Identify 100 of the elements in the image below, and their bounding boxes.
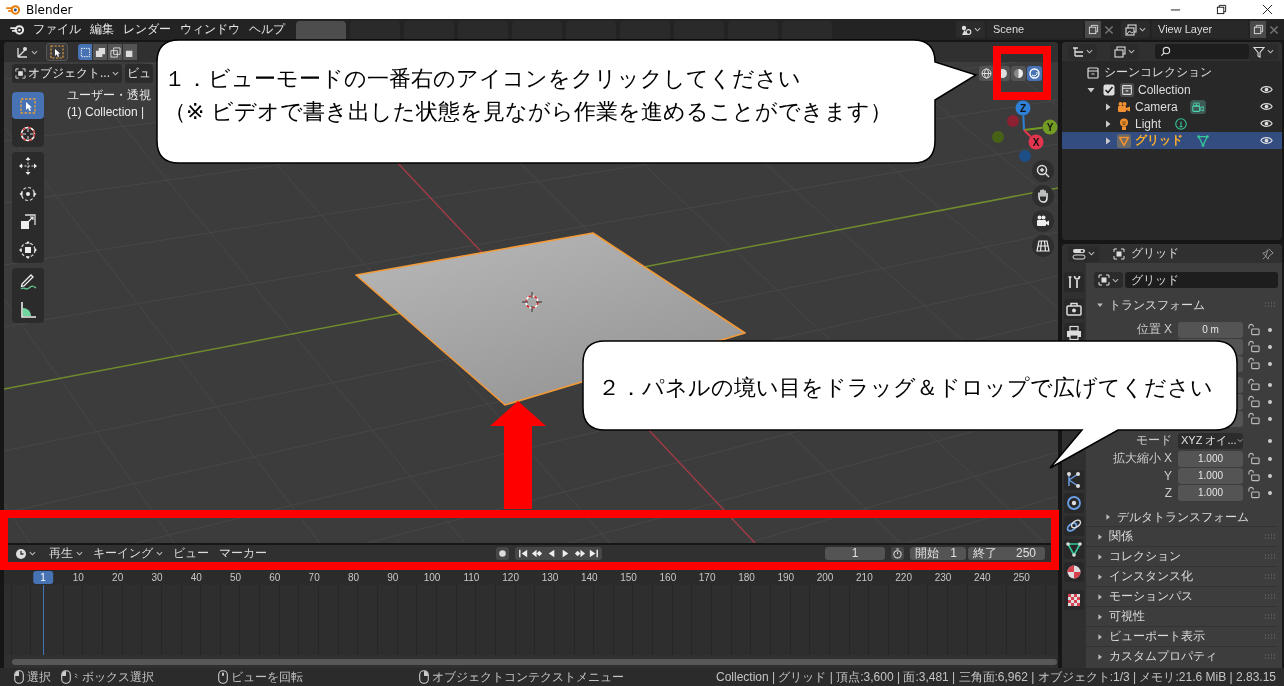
chain-link-icon[interactable] — [1064, 516, 1084, 536]
outliner-item[interactable]: Collection — [1062, 81, 1282, 98]
keyframe-dot-icon[interactable] — [1267, 343, 1273, 350]
menu-item[interactable]: マーカー — [215, 547, 271, 560]
grid-icon[interactable] — [1032, 235, 1054, 257]
menu-item[interactable]: ウィンドウ — [176, 20, 244, 39]
checker-icon[interactable] — [1064, 590, 1084, 610]
camera-back-icon[interactable] — [1064, 299, 1084, 319]
panel-header[interactable]: ビューポート表示 — [1086, 626, 1278, 646]
camera-icon[interactable] — [1032, 210, 1054, 232]
outliner-item[interactable]: シーンコレクション — [1062, 64, 1282, 81]
zoom-icon[interactable] — [1032, 160, 1054, 182]
start-frame-field[interactable]: 開始 1 — [910, 547, 966, 560]
padlock-icon[interactable] — [1247, 378, 1260, 391]
restore-icon[interactable] — [1216, 4, 1227, 15]
menu-item[interactable]: 編集 — [86, 20, 118, 39]
mesh-data-icon[interactable] — [1195, 133, 1211, 148]
menu-item[interactable]: 再生 — [45, 547, 87, 560]
dropdown-field[interactable]: XYZ オイ... — [1178, 432, 1243, 449]
select-tool-button[interactable] — [46, 43, 68, 61]
panel-header[interactable]: モーションパス — [1086, 586, 1278, 606]
padlock-icon[interactable] — [1247, 395, 1260, 408]
keyframe-dot-icon[interactable] — [1267, 415, 1273, 422]
axis-handle[interactable] — [1042, 119, 1058, 135]
jump-to-start-icon[interactable] — [517, 547, 530, 560]
rendered-shading-icon[interactable] — [1027, 66, 1042, 81]
drag-handle-icon[interactable] — [1264, 533, 1276, 540]
editor-type-button[interactable] — [1068, 245, 1099, 262]
app-logo-icon[interactable] — [10, 23, 25, 36]
scene-name-field[interactable]: Scene — [987, 21, 1083, 38]
filter-button[interactable] — [1249, 43, 1278, 60]
hand-icon[interactable] — [1032, 185, 1054, 207]
menu-item[interactable]: ヘルプ — [245, 20, 289, 39]
selection-mode-button[interactable] — [108, 44, 122, 60]
menu-item[interactable]: キーイング — [89, 547, 167, 560]
3d-cursor-icon[interactable] — [521, 291, 543, 313]
new-scene-button[interactable] — [1085, 21, 1101, 38]
close-icon[interactable] — [1262, 4, 1273, 15]
drag-handle-icon[interactable] — [1264, 613, 1276, 620]
expand-arrow-icon[interactable] — [1103, 101, 1113, 112]
padlock-icon[interactable] — [1247, 486, 1260, 499]
outliner-item[interactable]: Light — [1062, 115, 1282, 132]
camera-data-icon[interactable] — [1189, 99, 1206, 114]
drag-handle-icon[interactable] — [1264, 302, 1276, 308]
outliner-item[interactable]: Camera — [1062, 98, 1282, 115]
expand-arrow-icon[interactable] — [1103, 135, 1113, 146]
axis-handle[interactable] — [1015, 100, 1031, 116]
view-layer-name-field[interactable]: View Layer — [1152, 21, 1248, 38]
stopwatch-icon[interactable] — [891, 547, 904, 560]
selection-mode-button[interactable] — [93, 44, 107, 60]
axis-handle[interactable] — [1028, 134, 1044, 150]
object-type-dropdown[interactable] — [1094, 272, 1123, 288]
end-frame-field[interactable]: 終了 250 — [968, 547, 1045, 560]
menu-item[interactable]: レンダー — [119, 20, 175, 39]
material-sphere-icon[interactable] — [1064, 562, 1084, 582]
keyframe-dot-icon[interactable] — [1267, 381, 1273, 388]
panel-header[interactable]: コレクション — [1086, 546, 1278, 566]
keyframe-dot-icon[interactable] — [1267, 398, 1273, 405]
wrench-screwdriver-icon[interactable] — [1064, 272, 1084, 292]
panel-header[interactable]: カスタムプロパティ — [1086, 646, 1278, 666]
view-layer-selector-button[interactable] — [1121, 21, 1150, 38]
expand-arrow-icon[interactable] — [1103, 118, 1113, 129]
selection-mode-button[interactable] — [123, 44, 137, 60]
scene-selector-button[interactable] — [956, 21, 985, 38]
keyframe-dot-icon[interactable] — [1267, 472, 1273, 479]
menu-item[interactable]: ビュ — [125, 63, 153, 83]
drag-handle-icon[interactable] — [1264, 553, 1276, 560]
number-field[interactable]: 0 m — [1178, 321, 1243, 338]
panel-header[interactable]: デルタトランスフォーム — [1086, 508, 1278, 526]
pin-icon[interactable] — [1262, 247, 1274, 260]
menu-item[interactable]: ファイル — [29, 20, 85, 39]
current-frame-field[interactable]: 1 — [825, 547, 885, 560]
record-icon[interactable] — [496, 547, 509, 560]
drag-handle-icon[interactable] — [1264, 593, 1276, 600]
keyframe-dot-icon[interactable] — [1267, 489, 1273, 496]
view-layer-filter-button[interactable] — [1110, 43, 1139, 60]
drag-handle-icon[interactable] — [1264, 653, 1276, 660]
keyframe-dot-icon[interactable] — [1267, 360, 1273, 367]
mode-dropdown[interactable]: オブジェクト... — [12, 63, 122, 83]
padlock-icon[interactable] — [1247, 452, 1260, 465]
selection-mode-button[interactable] — [78, 44, 92, 60]
display-mode-button[interactable] — [1068, 43, 1097, 60]
orbit-icon[interactable] — [1064, 493, 1084, 513]
name-field[interactable]: グリッド — [1125, 272, 1278, 288]
number-field[interactable]: 1.000 — [1178, 484, 1243, 501]
keyframe-dot-icon[interactable] — [1267, 326, 1273, 333]
panel-header[interactable]: トランスフォーム — [1086, 296, 1278, 314]
eye-icon[interactable] — [1260, 117, 1273, 130]
padlock-icon[interactable] — [1247, 412, 1260, 425]
drag-handle-icon[interactable] — [1264, 573, 1276, 580]
padlock-icon[interactable] — [1247, 323, 1260, 336]
previous-keyframe-icon[interactable] — [531, 547, 544, 560]
eye-icon[interactable] — [1260, 100, 1273, 113]
padlock-icon[interactable] — [1247, 469, 1260, 482]
negative-axis-handle[interactable] — [992, 131, 1004, 143]
negative-axis-handle[interactable] — [1019, 150, 1031, 162]
panel-header[interactable]: 関係 — [1086, 526, 1278, 546]
number-field[interactable]: 1.000 — [1178, 467, 1243, 484]
padlock-icon[interactable] — [1247, 340, 1260, 353]
printer-icon[interactable] — [1064, 323, 1084, 343]
